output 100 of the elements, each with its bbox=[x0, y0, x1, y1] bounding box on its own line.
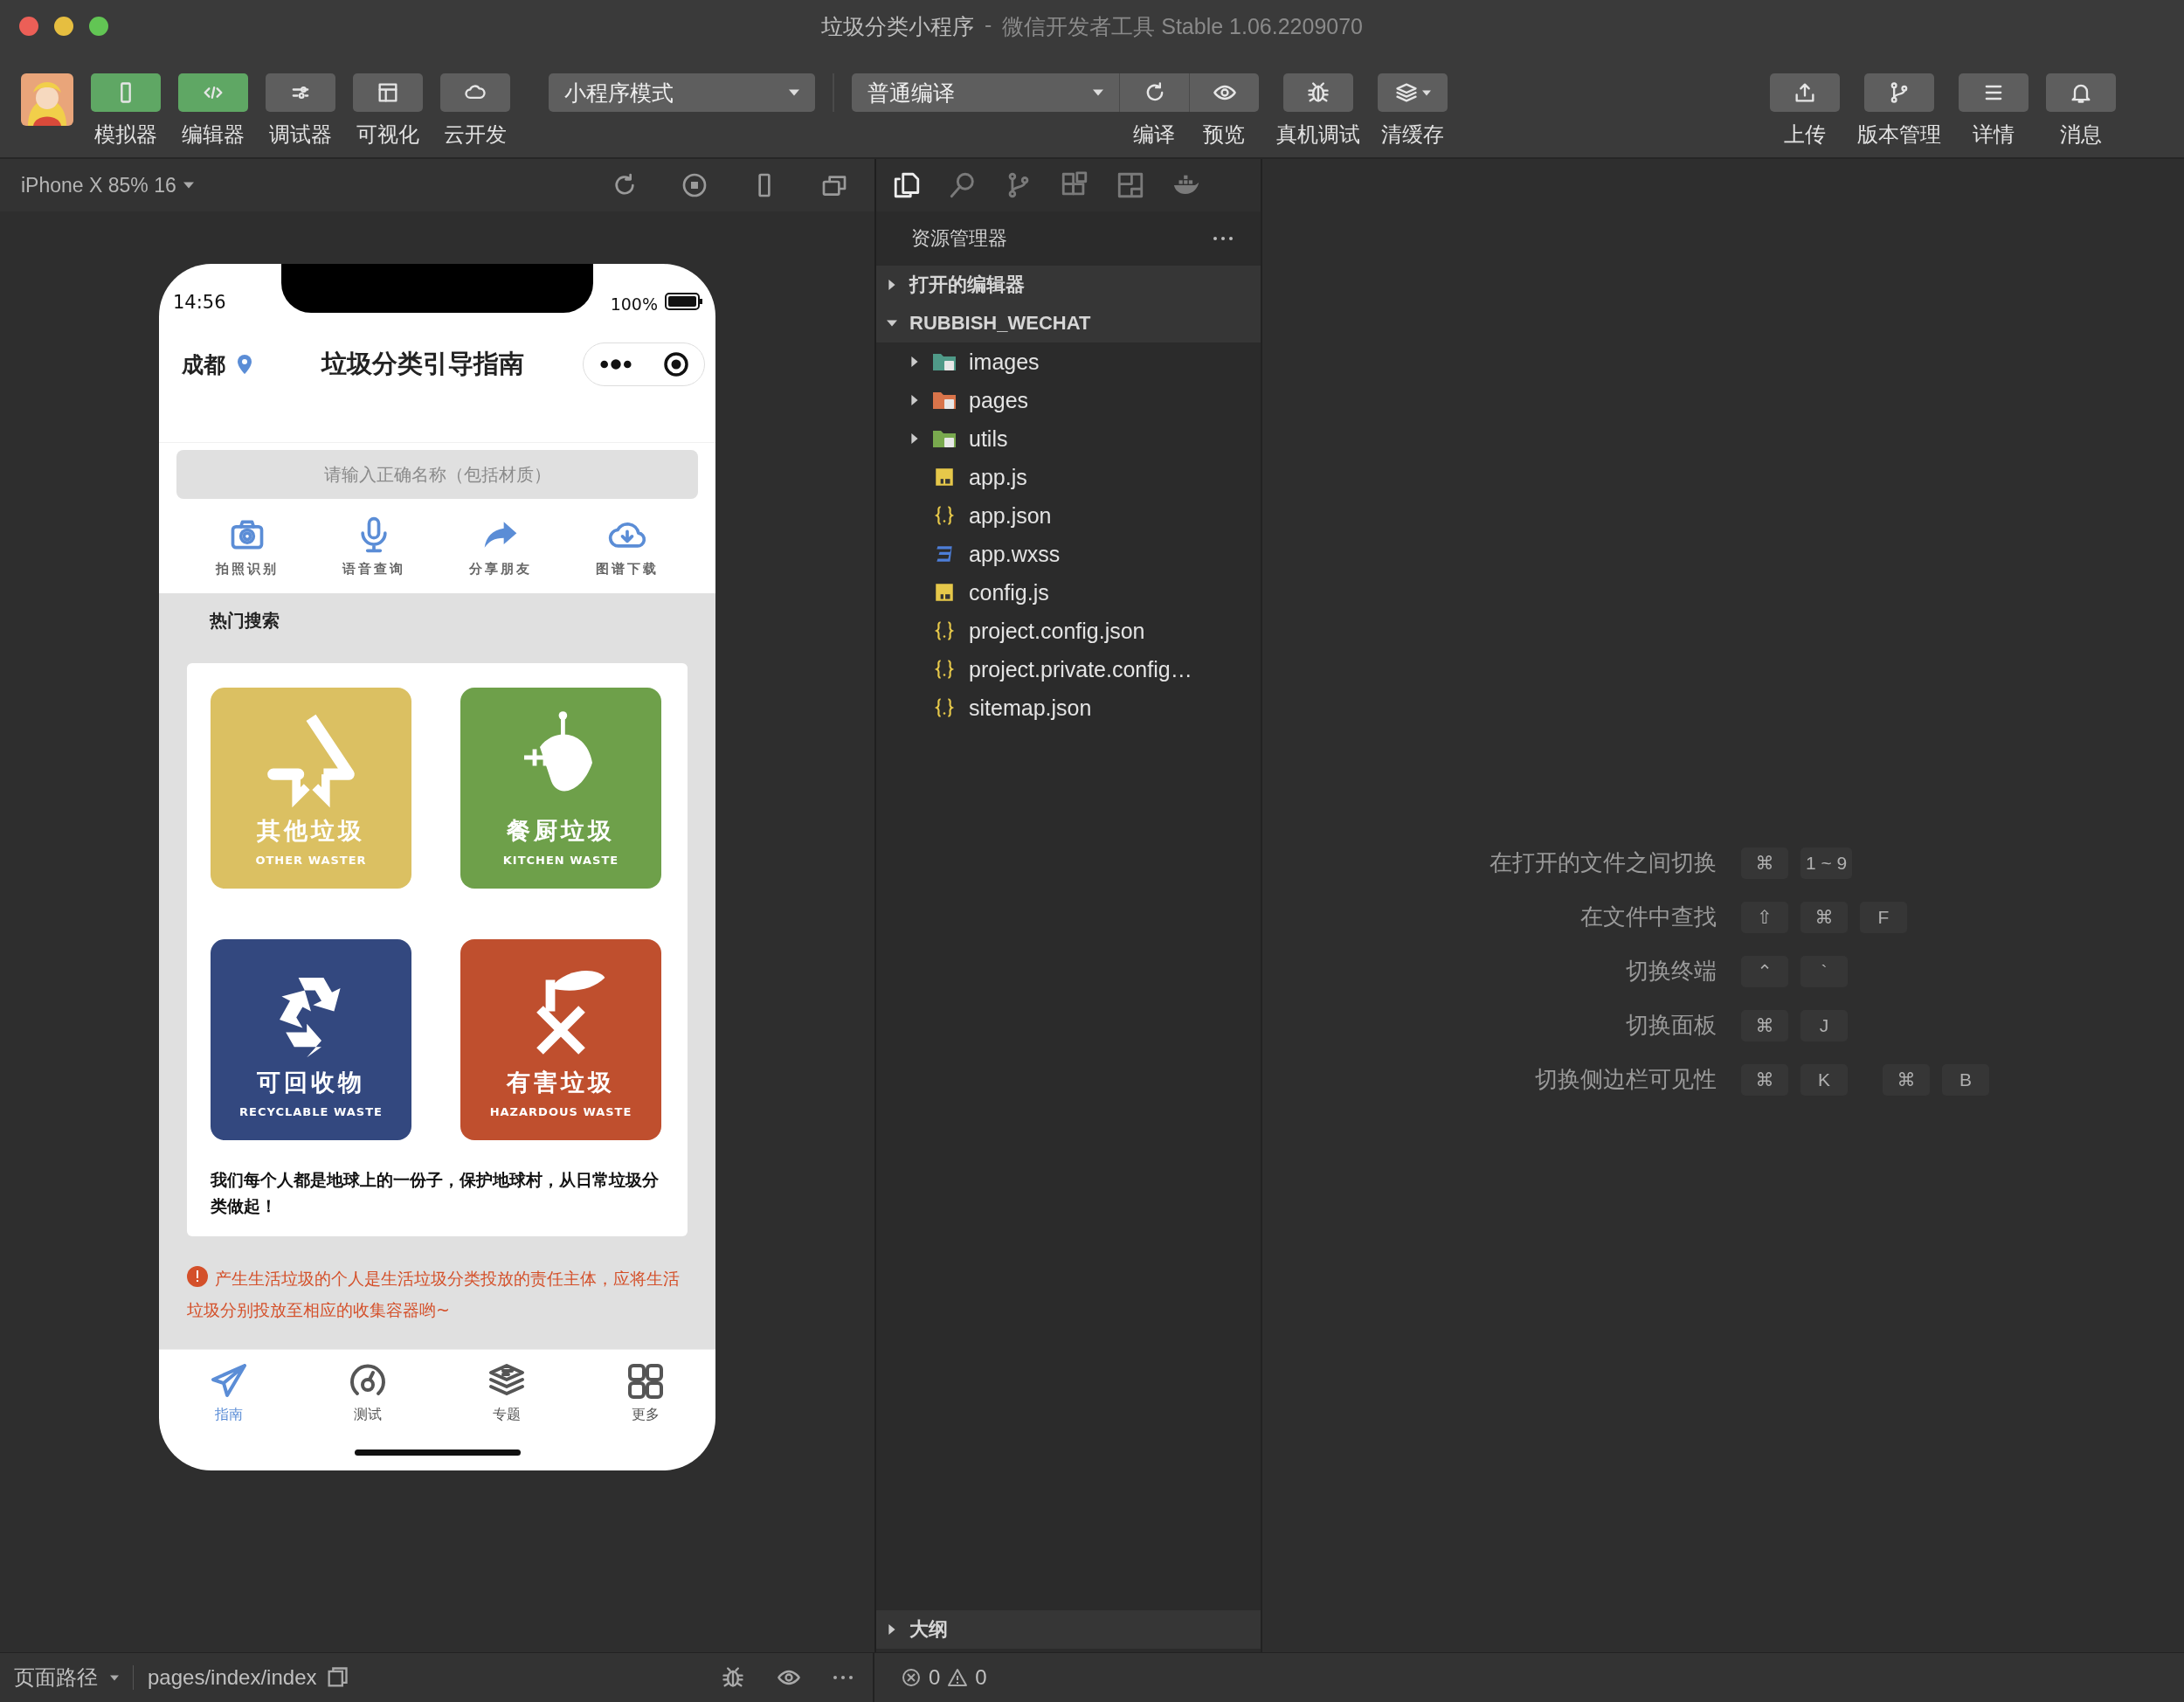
search-field[interactable]: 请输入正确名称（包括材质） bbox=[176, 450, 698, 499]
file-tree-item[interactable]: config.js bbox=[876, 573, 1261, 612]
key-cap: ⌘ bbox=[1800, 901, 1848, 933]
file-tree-item[interactable]: project.private.config… bbox=[876, 650, 1261, 688]
category-english-name: OTHER WASTER bbox=[255, 854, 367, 867]
view-toggle-button[interactable] bbox=[440, 73, 510, 112]
tool-button[interactable] bbox=[1283, 73, 1353, 112]
page-path-selector[interactable]: 页面路径 bbox=[14, 1664, 98, 1692]
compile-dropdown[interactable]: 普通编译 bbox=[852, 73, 1119, 112]
tab-bar-item[interactable]: 更多 bbox=[576, 1350, 715, 1434]
key-cap: ⌘ bbox=[1741, 1009, 1788, 1041]
view-toggle-button[interactable] bbox=[178, 73, 248, 112]
tab-bar-item[interactable]: 指南 bbox=[159, 1350, 299, 1434]
tool-button[interactable] bbox=[1770, 73, 1840, 112]
compile-action-button[interactable] bbox=[1119, 73, 1189, 112]
caret-icon bbox=[183, 182, 194, 189]
section-header[interactable]: 大纲 bbox=[876, 1610, 1261, 1649]
category-name: 有害垃圾 bbox=[507, 1068, 615, 1097]
minimize-button[interactable] bbox=[54, 17, 73, 36]
zoom-button[interactable] bbox=[89, 17, 108, 36]
toolbar-label: 编译 bbox=[1132, 121, 1176, 148]
toolbar-label: 消息 bbox=[2060, 121, 2102, 148]
file-tree-item[interactable]: project.config.json bbox=[876, 612, 1261, 650]
file-tree-item[interactable]: sitemap.json bbox=[876, 688, 1261, 727]
section-header[interactable]: RUBBISH_WECHAT bbox=[876, 304, 1261, 342]
key-cap: ⌘ bbox=[1741, 847, 1788, 879]
view-toggle-button[interactable] bbox=[266, 73, 335, 112]
location-pin-icon bbox=[238, 355, 252, 374]
app-version: 微信开发者工具 Stable 1.06.2209070 bbox=[1002, 12, 1363, 40]
save-icon[interactable] bbox=[1116, 170, 1145, 200]
capsule-menu[interactable] bbox=[583, 342, 705, 386]
toolbar-label: 清缓存 bbox=[1381, 121, 1444, 148]
file-tree-item[interactable]: pages bbox=[876, 381, 1261, 419]
files-icon[interactable] bbox=[892, 170, 922, 200]
shortcut-label: 切换侧边栏可见性 bbox=[1534, 1065, 1717, 1094]
more-icon[interactable] bbox=[1212, 236, 1234, 241]
slogan-text: 我们每个人都是地球上的一份子，保护地球村，从日常垃圾分类做起！ bbox=[211, 1169, 660, 1217]
bug-icon bbox=[1306, 80, 1330, 105]
view-toggle-button[interactable] bbox=[353, 73, 423, 112]
title-separator: - bbox=[984, 11, 992, 38]
tab-bar-item[interactable]: 测试 bbox=[298, 1350, 438, 1434]
view-toggle-button[interactable] bbox=[91, 73, 161, 112]
file-tree-item[interactable]: images bbox=[876, 342, 1261, 381]
stop-icon[interactable] bbox=[681, 171, 708, 199]
tab-bar-item[interactable]: 专题 bbox=[437, 1350, 577, 1434]
toolbar-label: 可视化 bbox=[356, 121, 419, 148]
file-tree-item[interactable]: utils bbox=[876, 419, 1261, 458]
category-english-name: KITCHEN WASTE bbox=[502, 854, 619, 867]
city-label[interactable]: 成都 bbox=[182, 349, 225, 379]
tool-button[interactable] bbox=[1864, 73, 1934, 112]
alert-icon bbox=[187, 1266, 208, 1287]
notice-text: 产生生活垃圾的个人是生活垃圾分类投放的责任主体，应将生活垃圾分别投放至相应的收集容器哟~ bbox=[187, 1263, 689, 1325]
error-icon[interactable] bbox=[901, 1667, 922, 1688]
action-label[interactable]: 拍照识别 bbox=[215, 560, 279, 578]
toolbar-label: 真机调试 bbox=[1276, 121, 1360, 148]
compile-action-button[interactable] bbox=[1189, 73, 1259, 112]
warning-count[interactable]: 0 bbox=[975, 1665, 987, 1690]
bug-icon[interactable] bbox=[721, 1665, 745, 1690]
page-title: 垃圾分类引导指南 bbox=[321, 348, 524, 380]
avatar[interactable] bbox=[21, 73, 73, 126]
device-selector[interactable]: iPhone X 85% 16 bbox=[21, 173, 176, 197]
status-time: 14:56 bbox=[173, 292, 226, 313]
action-label[interactable]: 语音查询 bbox=[342, 560, 405, 578]
key-cap: ` bbox=[1800, 955, 1848, 987]
key-cap: ⌃ bbox=[1741, 955, 1788, 987]
action-label[interactable]: 图谱下载 bbox=[596, 560, 660, 578]
toolbar-label: 调试器 bbox=[269, 121, 332, 148]
category-name: 餐厨垃圾 bbox=[507, 816, 615, 846]
section-header[interactable]: 打开的编辑器 bbox=[876, 266, 1261, 304]
warning-icon[interactable] bbox=[947, 1667, 969, 1688]
tool-button[interactable] bbox=[1378, 73, 1448, 112]
battery-icon bbox=[665, 293, 703, 310]
key-cap: B bbox=[1942, 1063, 1989, 1096]
file-tree-item[interactable]: app.wxss bbox=[876, 535, 1261, 573]
tool-button[interactable] bbox=[1959, 73, 2028, 112]
section-title: 热门搜索 bbox=[209, 609, 280, 633]
caret-icon bbox=[1422, 89, 1431, 96]
toolbar-label: 云开发 bbox=[444, 121, 507, 148]
file-tree-item[interactable]: app.js bbox=[876, 458, 1261, 496]
mode-dropdown[interactable]: 小程序模式 bbox=[549, 73, 815, 112]
action-label[interactable]: 分享朋友 bbox=[469, 560, 533, 578]
category-tile[interactable]: 有害垃圾 HAZARDOUS WASTE bbox=[460, 939, 661, 1140]
panel-title: 资源管理器 bbox=[911, 226, 1007, 251]
close-icon[interactable] bbox=[662, 351, 689, 377]
close-button[interactable] bbox=[19, 17, 38, 36]
toolbar-label: 预览 bbox=[1202, 121, 1246, 148]
battery-level: 100% bbox=[610, 294, 658, 314]
tool-button[interactable] bbox=[2046, 73, 2116, 112]
caret-icon bbox=[110, 1674, 119, 1681]
key-cap: J bbox=[1800, 1009, 1848, 1041]
key-cap: F bbox=[1860, 901, 1907, 933]
toolbar-label: 上传 bbox=[1784, 121, 1826, 148]
more-icon[interactable] bbox=[598, 359, 632, 370]
shortcut-label: 在文件中查找 bbox=[1579, 903, 1717, 931]
category-name: 可回收物 bbox=[257, 1068, 365, 1097]
category-tile[interactable]: 可回收物 RECYCLABLE WASTE bbox=[211, 939, 411, 1140]
file-tree-item[interactable]: app.json bbox=[876, 496, 1261, 535]
key-cap: 1 ~ 9 bbox=[1800, 847, 1853, 879]
error-count[interactable]: 0 bbox=[929, 1665, 941, 1690]
category-english-name: RECYCLABLE WASTE bbox=[239, 1105, 383, 1118]
